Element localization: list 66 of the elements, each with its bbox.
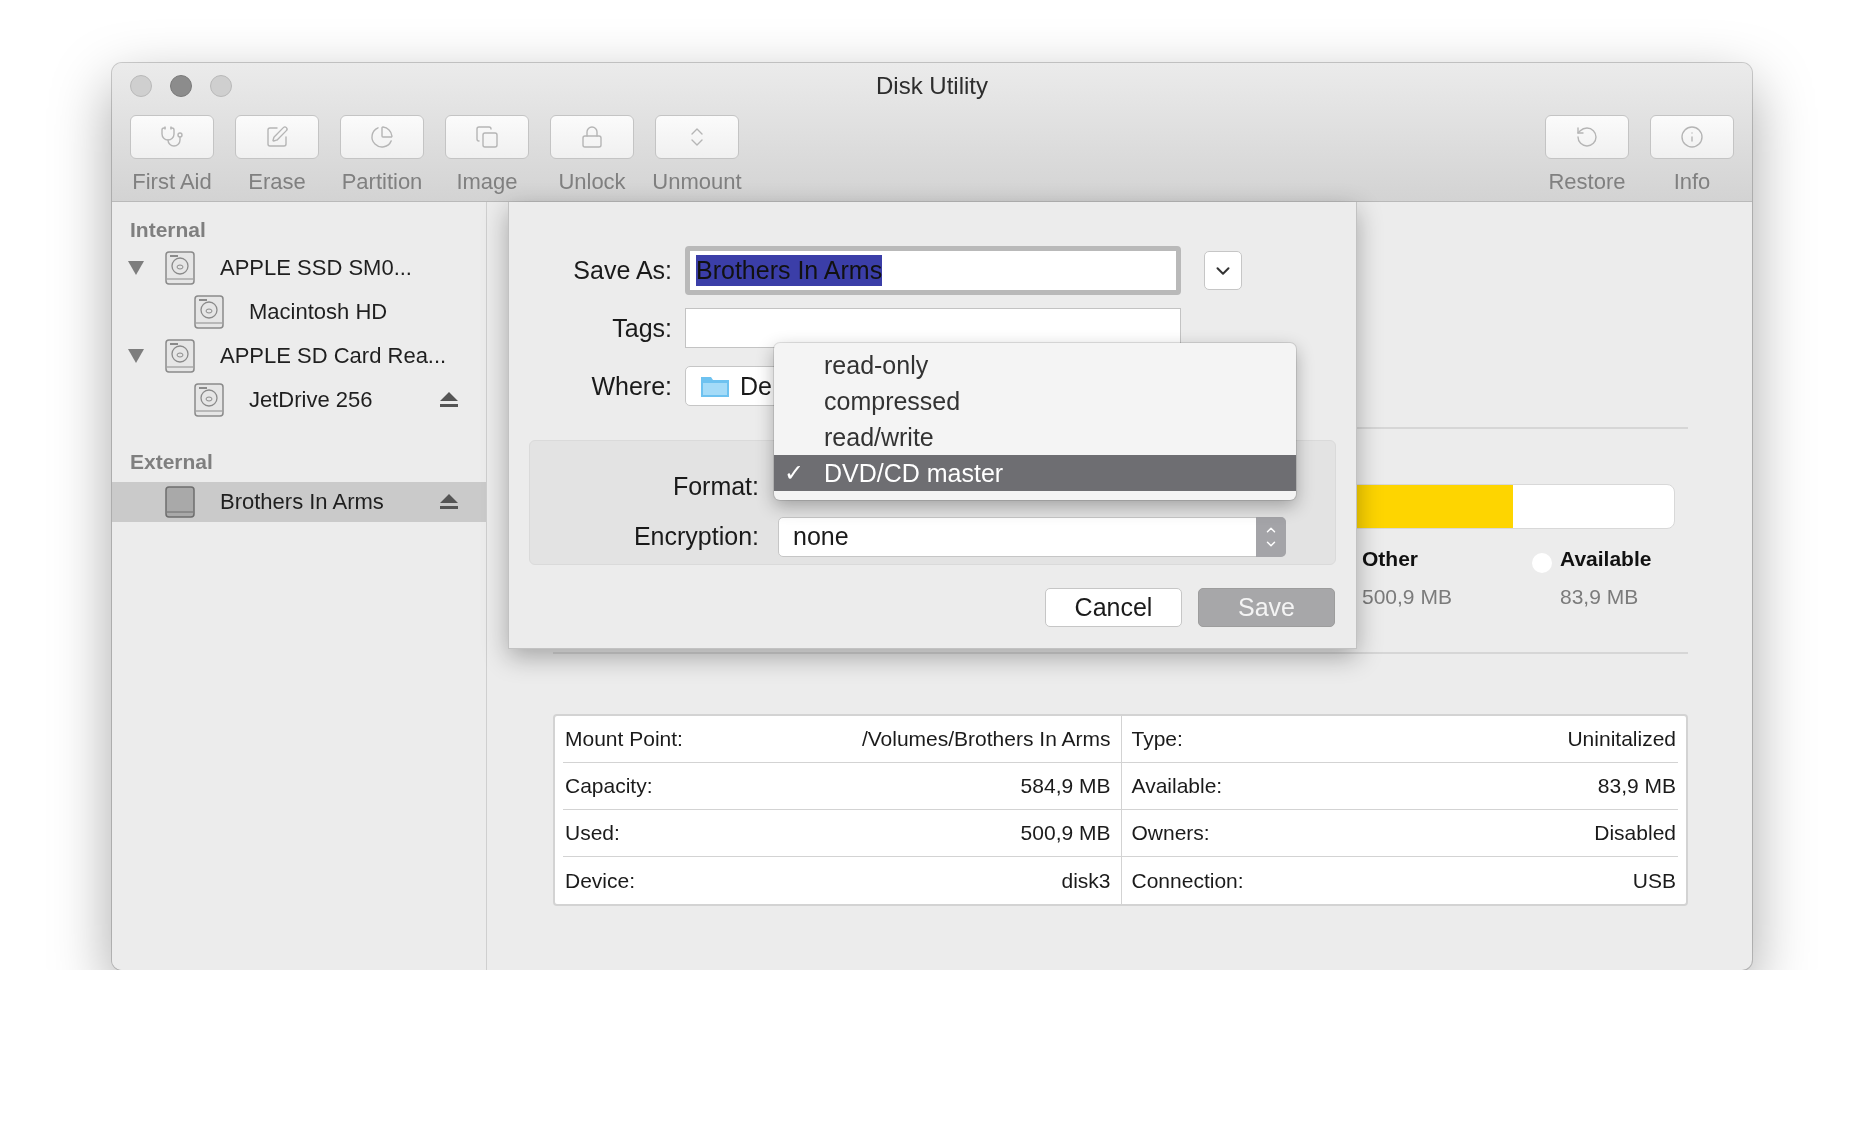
- folder-icon: [700, 374, 730, 398]
- cancel-button[interactable]: Cancel: [1045, 588, 1182, 627]
- info-label: Owners:: [1131, 821, 1210, 845]
- toolbar-label: Erase: [248, 169, 306, 195]
- field-label: Where:: [590, 371, 672, 401]
- info-value: disk3: [1061, 868, 1111, 893]
- toolbar-label: Partition: [341, 169, 423, 195]
- legend-value: 500,9 MB: [1362, 585, 1452, 609]
- info-label: Device:: [565, 868, 636, 893]
- info-value: /Volumes/Brothers In Arms: [861, 727, 1111, 751]
- info-label: Capacity:: [565, 774, 653, 798]
- info-value: USB: [1632, 868, 1676, 893]
- zoom-button[interactable]: [210, 75, 232, 97]
- sidebar-item[interactable]: Brothers In Arms: [112, 482, 486, 522]
- sidebar-item[interactable]: Macintosh HD: [112, 290, 486, 334]
- info-label: Type:: [1131, 727, 1183, 751]
- field-label: Save As:: [572, 256, 672, 285]
- rotate-icon: [1575, 125, 1599, 149]
- legend-label: Other: [1362, 547, 1419, 571]
- info-value: Uninitalized: [1567, 727, 1676, 751]
- field-label: Format:: [671, 472, 759, 501]
- menu-item[interactable]: read/write: [774, 419, 1296, 455]
- encryption-popup[interactable]: none: [778, 516, 1286, 557]
- disclosure-triangle-icon[interactable]: [128, 349, 144, 363]
- legend-value: 83,9 MB: [1560, 585, 1640, 609]
- disclosure-triangle-icon[interactable]: [128, 261, 144, 275]
- sidebar-item[interactable]: APPLE SD Card Rea...: [112, 334, 486, 378]
- toolbar-label: Unlock: [558, 169, 626, 195]
- minimize-button[interactable]: [170, 75, 192, 97]
- close-button[interactable]: [130, 75, 152, 97]
- toolbar-label: First Aid: [132, 169, 212, 195]
- lock-icon: [580, 125, 604, 149]
- eject-icon[interactable]: [440, 392, 458, 408]
- tags-field[interactable]: [685, 308, 1181, 348]
- sidebar-item[interactable]: APPLE SSD SM0...: [112, 246, 486, 290]
- info-label: Mount Point:: [565, 727, 683, 751]
- pencil-icon: [265, 125, 289, 149]
- info-value: Disabled: [1594, 821, 1676, 845]
- info-label: Available:: [1131, 774, 1223, 798]
- expand-button[interactable]: [1204, 251, 1242, 290]
- eject-icon[interactable]: [440, 494, 458, 510]
- menu-item[interactable]: read-only: [774, 347, 1296, 383]
- info-value: 500,9 MB: [1020, 821, 1111, 845]
- section-title: Internal: [129, 217, 207, 243]
- stethoscope-icon: [160, 125, 184, 149]
- stepper-icon: [1256, 516, 1286, 557]
- info-label: Connection:: [1131, 868, 1244, 893]
- window-title: Disk Utility: [876, 72, 988, 100]
- toolbar-label: Unmount: [652, 169, 742, 195]
- menu-item[interactable]: ✓ DVD/CD master: [774, 455, 1296, 491]
- menu-item[interactable]: compressed: [774, 383, 1296, 419]
- legend-label: Available: [1560, 547, 1652, 571]
- info-value: 83,9 MB: [1597, 774, 1676, 798]
- toolbar-label: Info: [1673, 169, 1711, 195]
- field-label: Tags:: [611, 313, 672, 343]
- toolbar-label: Restore: [1548, 169, 1626, 195]
- section-title: External: [129, 449, 214, 475]
- info-value: 584,9 MB: [1020, 774, 1111, 798]
- copy-icon: [475, 125, 499, 149]
- toolbar-label: Image: [456, 169, 518, 195]
- pie-chart-icon: [370, 125, 394, 149]
- sidebar-item[interactable]: JetDrive 256: [112, 378, 486, 422]
- field-label: Encryption:: [632, 522, 759, 551]
- info-label: Used:: [565, 821, 620, 845]
- info-icon: [1680, 125, 1704, 149]
- checkmark: ✓: [784, 459, 805, 487]
